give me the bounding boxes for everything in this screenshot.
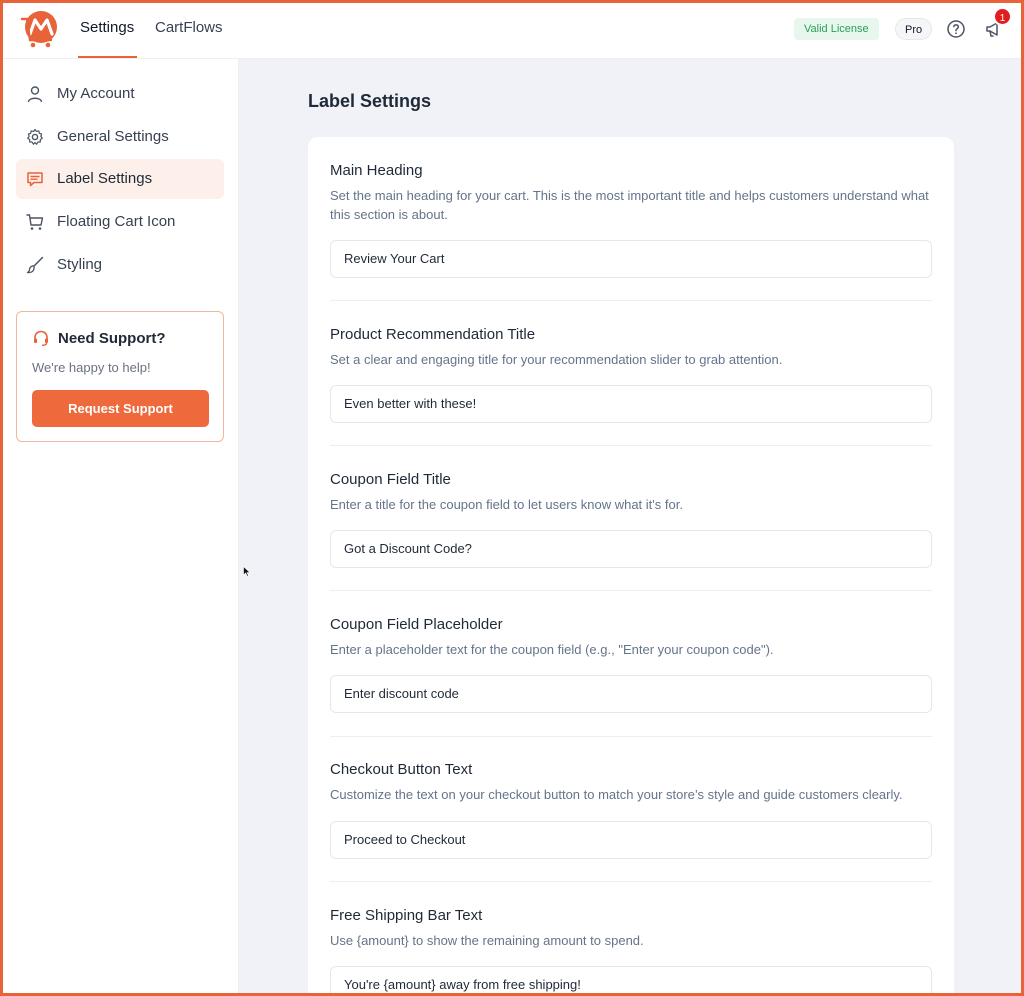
sidebar-item-label: General Settings: [57, 128, 169, 145]
section-description: Set a clear and engaging title for your …: [330, 352, 783, 367]
section-title: Coupon Field Placeholder: [330, 616, 503, 633]
plan-badge: Pro: [895, 18, 933, 40]
sidebar-item-styling[interactable]: Styling: [16, 245, 224, 285]
section-title: Checkout Button Text: [330, 761, 473, 778]
checkout-button-text-input[interactable]: Proceed to Checkout: [330, 821, 932, 859]
notification-badge: 1: [993, 7, 1012, 26]
license-badge: Valid License: [794, 18, 879, 40]
section-description: Customize the text on your checkout butt…: [330, 787, 903, 802]
coupon-placeholder-input[interactable]: Enter discount code: [330, 675, 932, 713]
headset-icon: [34, 330, 48, 346]
brush-icon: [26, 256, 44, 274]
page-title: Label Settings: [308, 91, 432, 111]
tab-cartflows[interactable]: CartFlows: [155, 19, 223, 36]
sidebar-item-label: Styling: [57, 256, 103, 273]
message-icon: [27, 172, 43, 187]
coupon-title-input[interactable]: Got a Discount Code?: [330, 530, 932, 568]
support-card: Need Support? We're happy to help! Reque…: [16, 311, 224, 442]
free-shipping-text-input[interactable]: You're {amount} away from free shipping!: [330, 966, 932, 996]
active-tab-indicator: [78, 56, 137, 58]
help-icon[interactable]: [946, 19, 966, 39]
sidebar-item-general-settings[interactable]: General Settings: [16, 117, 224, 157]
section-divider: [330, 590, 932, 591]
section-divider: [330, 445, 932, 446]
sidebar-item-floating-cart-icon[interactable]: Floating Cart Icon: [16, 202, 224, 242]
section-description: Enter a placeholder text for the coupon …: [330, 642, 774, 657]
section-title: Coupon Field Title: [330, 471, 451, 488]
main-content: Label Settings Main Heading Set the main…: [239, 59, 1024, 996]
section-divider: [330, 881, 932, 882]
logo-icon[interactable]: [20, 10, 60, 48]
section-title: Product Recommendation Title: [330, 326, 536, 343]
user-icon: [27, 86, 43, 103]
section-description: Enter a title for the coupon field to le…: [330, 497, 683, 512]
section-divider: [330, 736, 932, 737]
cart-icon: [26, 214, 44, 230]
tab-settings[interactable]: Settings: [80, 19, 134, 36]
sidebar-item-label: My Account: [57, 85, 135, 102]
sidebar-item-my-account[interactable]: My Account: [16, 74, 224, 114]
sidebar-item-label: Label Settings: [57, 170, 153, 187]
section-description: Set the main heading for your cart. This…: [330, 188, 929, 222]
section-divider: [330, 300, 932, 301]
sidebar: My Account General Settings Label Settin…: [0, 59, 239, 996]
section-title: Free Shipping Bar Text: [330, 907, 483, 924]
support-subtitle: We're happy to help!: [32, 360, 151, 375]
request-support-button[interactable]: Request Support: [32, 390, 209, 427]
main-heading-input[interactable]: Review Your Cart: [330, 240, 932, 278]
sidebar-item-label-settings[interactable]: Label Settings: [16, 159, 224, 199]
recommendation-title-input[interactable]: Even better with these!: [330, 385, 932, 423]
section-title: Main Heading: [330, 162, 423, 179]
support-title: Need Support?: [58, 330, 166, 347]
gear-icon: [27, 128, 43, 145]
mouse-cursor-icon: [243, 566, 251, 577]
section-description: Use {amount} to show the remaining amoun…: [330, 933, 644, 948]
sidebar-item-label: Floating Cart Icon: [57, 213, 176, 230]
top-bar: Settings CartFlows Valid License Pro 1: [0, 0, 1024, 59]
settings-card: Main Heading Set the main heading for yo…: [308, 137, 954, 996]
